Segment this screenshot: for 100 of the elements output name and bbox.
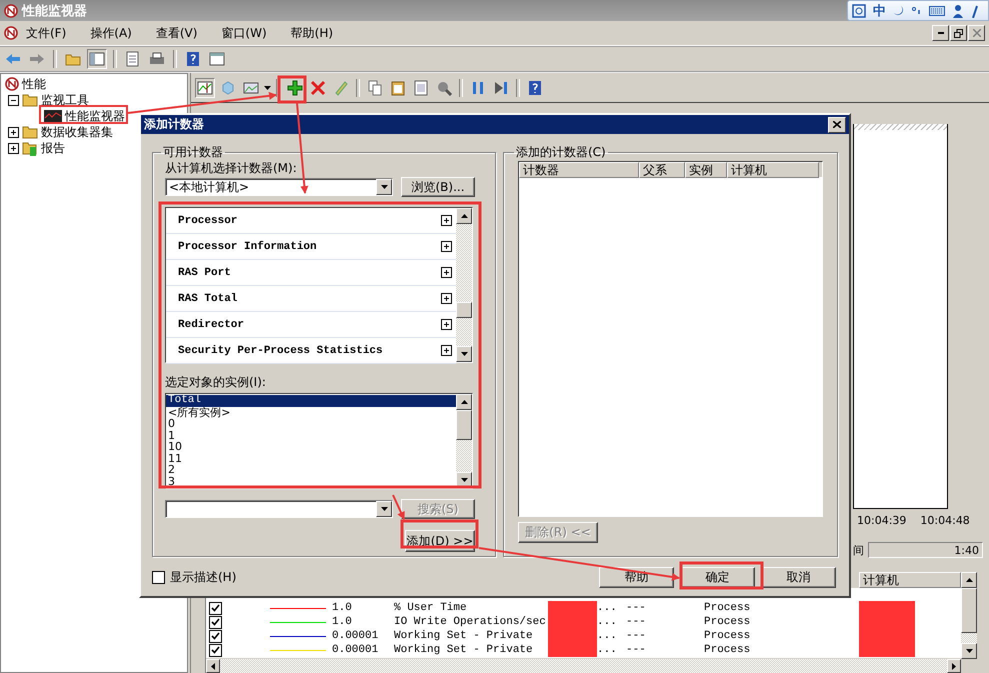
column-header[interactable]: 父系 [638, 162, 685, 178]
expand-icon[interactable] [441, 215, 452, 226]
expand-icon[interactable] [8, 142, 19, 154]
group-title: 添加的计数器(C) [514, 144, 607, 161]
checkbox[interactable] [209, 644, 222, 656]
tree-item[interactable]: 性能 [22, 76, 46, 92]
list-item[interactable]: 0 [166, 418, 456, 430]
dialog-button[interactable]: 取消 [761, 567, 836, 588]
magnifier-icon[interactable] [436, 80, 452, 96]
scroll-up-icon [966, 578, 972, 582]
dialog-button[interactable]: 确定 [680, 567, 755, 588]
close-button[interactable] [828, 116, 846, 132]
expand-icon[interactable] [441, 345, 452, 356]
table-cell-text: Process [704, 644, 752, 656]
list-item[interactable]: RAS Total [178, 292, 238, 304]
clipboard-icon[interactable] [390, 80, 406, 96]
tree-item[interactable]: 报告 [41, 140, 65, 156]
scrollbar[interactable] [206, 658, 961, 673]
table-cell-text: IO Write Operations/sec [394, 616, 547, 628]
list-item[interactable]: 2 [166, 464, 456, 476]
list-item[interactable]: Redirector [178, 318, 244, 330]
input-mode-label[interactable]: 中 [873, 2, 886, 20]
plus-icon[interactable] [287, 80, 303, 96]
list-item[interactable]: Processor [178, 214, 238, 226]
list-item[interactable]: RAS Port [178, 266, 231, 278]
table-cell: ... [597, 630, 617, 642]
copy-icon[interactable] [367, 80, 383, 96]
close-icon [833, 121, 841, 128]
time-label: 10:04:39 [857, 514, 906, 527]
list-item[interactable]: Processor Information [178, 240, 317, 252]
expand-icon[interactable] [8, 126, 19, 138]
close-icon[interactable] [310, 80, 326, 96]
expand-icon[interactable] [441, 267, 452, 278]
checkbox[interactable] [209, 616, 222, 628]
checkbox-label: 显示描述(H) [170, 569, 236, 586]
list-item[interactable]: Security Per-Process Statistics [178, 344, 383, 356]
list-item[interactable]: 11 [166, 452, 456, 464]
image-icon[interactable] [243, 80, 259, 96]
scroll-down-icon [460, 478, 468, 482]
logo-icon[interactable] [852, 4, 866, 18]
collapse-icon[interactable] [8, 94, 19, 106]
window-icon[interactable] [209, 50, 225, 66]
browse-button[interactable]: 浏览(B)... [401, 177, 475, 197]
app-icon [4, 26, 18, 40]
tree-item[interactable]: 性能监视器 [65, 108, 125, 124]
list-icon[interactable] [125, 50, 141, 66]
scrollbar[interactable] [456, 208, 472, 362]
moon-icon[interactable] [893, 4, 905, 16]
expand-icon[interactable] [441, 241, 452, 252]
table-cell-text: --- [626, 644, 647, 656]
minimize-icon [938, 32, 944, 34]
step-icon[interactable] [493, 80, 509, 96]
menu-item[interactable]: 操作(A) [88, 24, 134, 42]
help-icon[interactable] [527, 80, 543, 96]
menu-item[interactable]: 帮助(H) [288, 24, 336, 42]
column-header[interactable]: 实例 [684, 162, 727, 178]
document-icon[interactable] [413, 80, 429, 96]
column-header[interactable]: 计算机 [726, 162, 819, 178]
restore-button[interactable] [950, 25, 967, 41]
tree-item[interactable]: 监视工具 [41, 92, 89, 108]
scroll-thumb[interactable] [456, 410, 472, 440]
column-header[interactable]: 计算机 [859, 572, 961, 588]
search-field[interactable] [165, 500, 393, 518]
table-cell-text: 1.0 [332, 602, 353, 614]
list-item[interactable]: Total [166, 395, 456, 406]
menu-item[interactable]: 文件(F) [24, 24, 68, 42]
line-chart-icon[interactable] [197, 80, 213, 96]
list-item[interactable]: 1 [166, 430, 456, 441]
tree-item[interactable]: 数据收集器集 [41, 124, 113, 140]
checkbox[interactable] [152, 571, 165, 584]
table-cell-text: 1.0 [332, 616, 353, 628]
help-icon[interactable] [185, 50, 201, 66]
table-cell-text: Working Set - Private [394, 644, 534, 656]
menu-item[interactable]: 查看(V) [154, 24, 200, 42]
pause-icon[interactable] [470, 80, 486, 96]
duration-field: 1:40 [868, 542, 983, 558]
checkbox[interactable] [209, 630, 222, 642]
person-icon[interactable] [952, 4, 964, 18]
keyboard-icon[interactable] [929, 6, 945, 16]
close-button[interactable] [968, 25, 985, 41]
punctuation-icon[interactable] [912, 6, 922, 14]
dialog-title: 添加计数器 [144, 116, 204, 133]
minimize-button[interactable] [932, 25, 949, 41]
list-item[interactable]: <所有实例> [166, 406, 456, 418]
checkbox[interactable] [209, 602, 222, 614]
panel-icon[interactable] [89, 50, 105, 66]
menu-item[interactable]: 窗口(W) [219, 24, 269, 42]
scroll-thumb[interactable] [456, 302, 472, 318]
scroll-thumb[interactable] [961, 588, 977, 633]
computer-dropdown[interactable]: <本地计算机> [165, 178, 393, 196]
list-item[interactable]: 3 [166, 476, 456, 487]
app-icon [4, 4, 18, 18]
scrollbar[interactable] [961, 572, 977, 659]
expand-icon[interactable] [441, 319, 452, 330]
list-item[interactable]: 10 [166, 441, 456, 452]
scrollbar[interactable] [456, 394, 472, 488]
scroll-right-icon [952, 662, 956, 670]
printer-icon[interactable] [149, 50, 165, 66]
column-header[interactable]: 计数器 [518, 162, 639, 178]
expand-icon[interactable] [441, 293, 452, 304]
